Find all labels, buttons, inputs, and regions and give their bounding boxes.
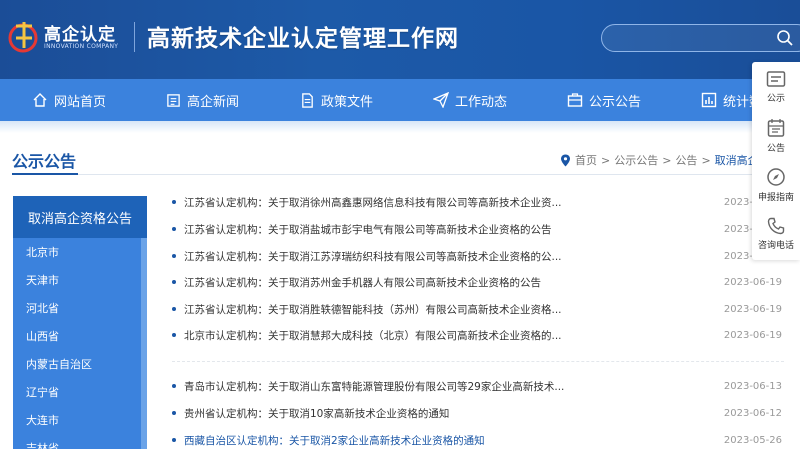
- sidebar-heading: 取消高企资格公告: [13, 196, 147, 238]
- bullet-icon: [172, 307, 176, 311]
- breadcrumb-separator: >: [601, 153, 611, 167]
- page-title: 公示公告: [12, 152, 77, 171]
- notice-icon: [766, 70, 786, 87]
- float-item-phone[interactable]: 咨询电话: [752, 209, 800, 258]
- list-item-date: 2023-06-19: [723, 303, 782, 315]
- float-item-label: 咨询电话: [757, 240, 794, 251]
- breadcrumb-item[interactable]: 首页: [575, 152, 597, 168]
- list-item[interactable]: 贵州省认定机构：关于取消10家高新技术企业资格的通知 2023-06-12: [172, 400, 784, 426]
- float-item-guide[interactable]: 申报指南: [752, 160, 800, 209]
- chart-icon: [701, 92, 717, 108]
- float-item-announcement[interactable]: 公告: [752, 111, 800, 160]
- sidebar-item[interactable]: 辽宁省: [13, 378, 141, 406]
- briefcase-icon: [567, 93, 583, 107]
- list-item-date: 2023-06-19: [723, 276, 782, 288]
- send-icon: [433, 92, 449, 108]
- list-item-date: 2023-06-12: [723, 407, 782, 419]
- compass-icon: [767, 167, 785, 186]
- sidebar-item[interactable]: 河北省: [13, 294, 141, 322]
- list-item[interactable]: 江苏省认定机构：关于取消胜轶德智能科技（苏州）有限公司高新技术企业资格... 20…: [172, 296, 784, 322]
- search-icon[interactable]: [776, 29, 794, 47]
- site-header: 高企认定 INNOVATION COMPANY 高新技术企业认定管理工作网: [0, 0, 800, 79]
- location-pin-icon: [561, 154, 570, 166]
- list-item-title[interactable]: 江苏省认定机构：关于取消苏州金手机器人有限公司高新技术企业资格的公告: [184, 275, 664, 290]
- nav-item-policy[interactable]: 政策文件: [300, 79, 373, 121]
- nav-label: 政策文件: [321, 94, 374, 110]
- calendar-icon: [767, 118, 785, 137]
- breadcrumb-item[interactable]: 公示公告: [614, 152, 658, 168]
- site-logo[interactable]: 高企认定 INNOVATION COMPANY: [6, 18, 130, 54]
- sidebar-item[interactable]: 北京市: [13, 238, 141, 266]
- bullet-icon: [172, 411, 176, 415]
- nav-label: 工作动态: [455, 94, 508, 110]
- list-item[interactable]: 江苏省认定机构：关于取消苏州金手机器人有限公司高新技术企业资格的公告 2023-0…: [172, 269, 784, 295]
- logo-divider: [134, 22, 135, 52]
- document-icon: [302, 92, 313, 108]
- site-title: 高新技术企业认定管理工作网: [147, 25, 459, 52]
- list-item-title[interactable]: 江苏省认定机构：关于取消盐城市彭宇电气有限公司等高新技术企业资格的公告: [184, 222, 664, 237]
- page-title-underline: [12, 173, 78, 175]
- list-item-title[interactable]: 江苏省认定机构：关于取消江苏淳瑞纺织科技有限公司等高新技术企业资格的公...: [184, 249, 664, 264]
- list-item-title[interactable]: 北京市认定机构：关于取消慧邦大成科技（北京）有限公司高新技术企业资格的...: [184, 328, 664, 343]
- nav-item-notice[interactable]: 公示公告: [567, 79, 641, 121]
- logo-subtext: INNOVATION COMPANY: [44, 43, 119, 50]
- search-input[interactable]: [601, 24, 800, 52]
- bullet-icon: [172, 384, 176, 388]
- list-item-title[interactable]: 西藏自治区认定机构：关于取消2家企业高新技术企业资格的通知: [184, 433, 664, 448]
- float-item-label: 公告: [766, 143, 785, 154]
- sidebar-item[interactable]: 吉林省: [13, 434, 141, 449]
- breadcrumb-separator: >: [662, 153, 672, 167]
- list-item-date: 2023-06-13: [723, 380, 782, 392]
- logo-text: 高企认定: [44, 25, 116, 45]
- sidebar-item[interactable]: 天津市: [13, 266, 141, 294]
- nav-item-news[interactable]: 高企新闻: [166, 79, 239, 121]
- float-item-notice[interactable]: 公示: [752, 62, 800, 111]
- nav-label: 网站首页: [54, 94, 107, 110]
- list-item[interactable]: 江苏省认定机构：关于取消江苏淳瑞纺织科技有限公司等高新技术企业资格的公...20…: [172, 243, 784, 269]
- sidebar-scrollbar[interactable]: [141, 238, 147, 449]
- bullet-icon: [172, 280, 176, 284]
- list-item-title[interactable]: 青岛市认定机构：关于取消山东富特能源管理股份有限公司等29家企业高新技术...: [184, 379, 664, 394]
- float-item-label: 申报指南: [757, 192, 794, 203]
- bullet-icon: [172, 200, 176, 204]
- bullet-icon: [172, 333, 176, 337]
- list-item-date: 2023-06-19: [723, 329, 782, 341]
- phone-icon: [767, 217, 785, 234]
- list-item[interactable]: 江苏省认定机构：关于取消徐州高鑫惠网络信息科技有限公司等高新技术企业资...20…: [172, 189, 784, 215]
- news-icon: [167, 93, 180, 107]
- floating-toolbar: 公示 公告 申报指南 咨询电话: [752, 62, 800, 260]
- nav-shadow: [0, 121, 800, 133]
- bullet-icon: [172, 438, 176, 442]
- sidebar-item[interactable]: 大连市: [13, 406, 141, 434]
- main-nav: 网站首页 高企新闻 政策文件 工作动态 公示公告 统计数: [0, 79, 800, 121]
- list-item-title[interactable]: 江苏省认定机构：关于取消胜轶德智能科技（苏州）有限公司高新技术企业资格...: [184, 302, 664, 317]
- bullet-icon: [172, 227, 176, 231]
- list-item[interactable]: 江苏省认定机构：关于取消盐城市彭宇电气有限公司等高新技术企业资格的公告2023-…: [172, 216, 784, 242]
- list-item[interactable]: 北京市认定机构：关于取消慧邦大成科技（北京）有限公司高新技术企业资格的... 20…: [172, 322, 784, 348]
- sidebar-item[interactable]: 内蒙古自治区: [13, 350, 141, 378]
- nav-item-work[interactable]: 工作动态: [433, 79, 507, 121]
- breadcrumb-item[interactable]: 公告: [675, 152, 697, 168]
- nav-item-home[interactable]: 网站首页: [32, 79, 106, 121]
- logo-mark-icon: [8, 22, 38, 53]
- home-icon: [33, 93, 47, 107]
- list-item[interactable]: 西藏自治区认定机构：关于取消2家企业高新技术企业资格的通知 2023-05-26: [172, 427, 784, 449]
- list-item[interactable]: 青岛市认定机构：关于取消山东富特能源管理股份有限公司等29家企业高新技术... 2…: [172, 373, 784, 399]
- list-item-title[interactable]: 江苏省认定机构：关于取消徐州高鑫惠网络信息科技有限公司等高新技术企业资...: [184, 195, 664, 210]
- list-divider: [172, 361, 784, 362]
- breadcrumb-separator: >: [701, 153, 711, 167]
- nav-label: 高企新闻: [187, 94, 240, 110]
- list-item-title[interactable]: 贵州省认定机构：关于取消10家高新技术企业资格的通知: [184, 406, 664, 421]
- sidebar-item[interactable]: 山西省: [13, 322, 141, 350]
- float-item-label: 公示: [766, 93, 785, 104]
- nav-label: 公示公告: [589, 94, 642, 110]
- list-item-date: 2023-05-26: [723, 434, 782, 446]
- section-rule: [12, 174, 788, 175]
- bullet-icon: [172, 254, 176, 258]
